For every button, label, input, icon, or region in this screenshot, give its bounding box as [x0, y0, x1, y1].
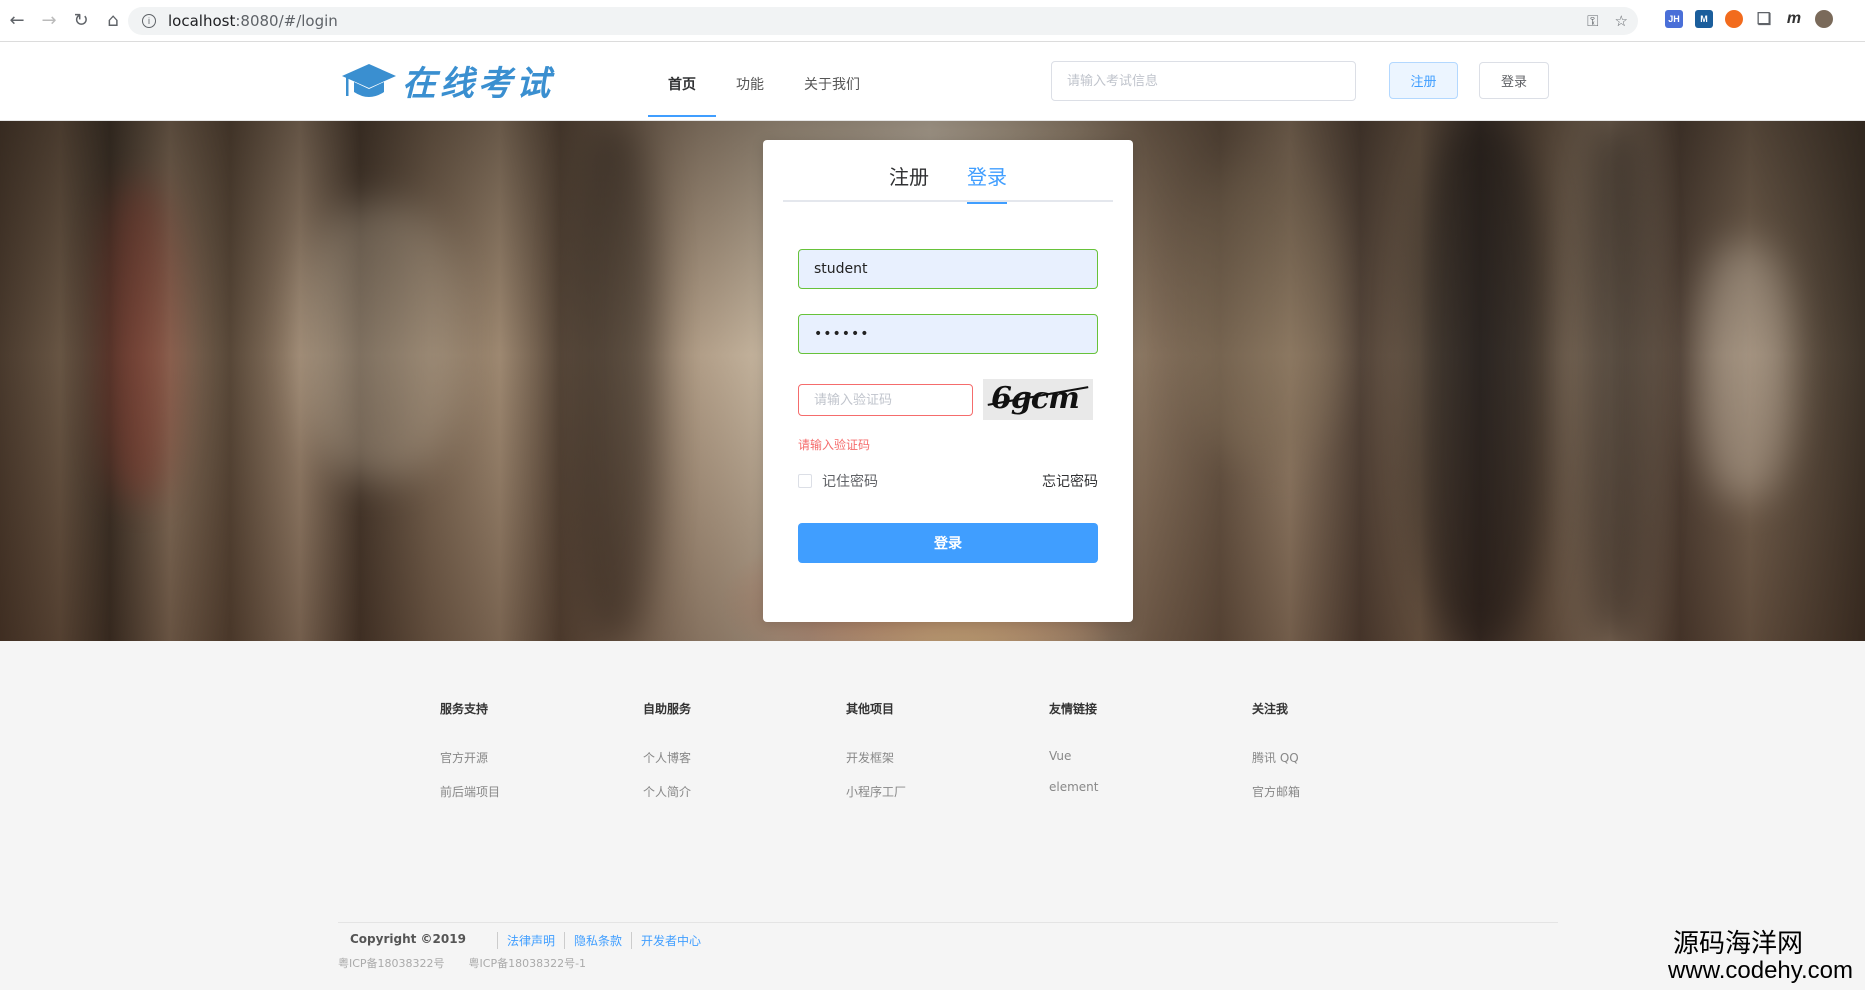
copyright-text: Copyright ©2019 [350, 932, 466, 946]
privacy-link[interactable]: 隐私条款 [564, 932, 631, 949]
footer-link[interactable]: 个人博客 [643, 749, 846, 766]
username-field[interactable] [798, 249, 1098, 289]
remember-label: 记住密码 [822, 474, 878, 490]
nav-features[interactable]: 功能 [716, 42, 784, 121]
extension-icons: JH M ❏ m [1665, 10, 1833, 28]
browser-toolbar: ← → ↻ ⌂ i localhost:8080/#/login ⚿ ☆ JH … [0, 0, 1865, 42]
site-info-icon[interactable]: i [142, 14, 156, 28]
footer-link[interactable]: Vue [1049, 749, 1252, 763]
remember-password[interactable]: 记住密码 [798, 471, 878, 491]
legal-notice-link[interactable]: 法律声明 [497, 932, 564, 949]
tab-register[interactable]: 注册 [889, 160, 929, 202]
nav-home[interactable]: 首页 [648, 42, 716, 121]
footer-divider [338, 922, 1558, 923]
footer-column-title: 服务支持 [440, 702, 489, 716]
footer-column-title: 自助服务 [643, 702, 692, 716]
search-input[interactable] [1051, 61, 1356, 101]
url-host: localhost [168, 12, 236, 30]
icp-record[interactable]: 粤ICP备18038322号 [338, 955, 445, 971]
forgot-password-link[interactable]: 忘记密码 [1042, 471, 1098, 491]
watermark-url: www.codehy.com [1668, 957, 1853, 984]
icp-records: 粤ICP备18038322号 粤ICP备18038322号-1 [338, 955, 586, 971]
footer-column-title: 友情链接 [1049, 702, 1098, 716]
register-button[interactable]: 注册 [1389, 62, 1458, 99]
captcha-image[interactable]: 6gcm [983, 379, 1093, 420]
footer-column-title: 其他项目 [846, 702, 895, 716]
password-field[interactable] [798, 314, 1098, 354]
extension-m-icon[interactable]: M [1695, 10, 1713, 28]
key-icon[interactable]: ⚿ [1587, 12, 1598, 30]
footer-link[interactable]: 个人简介 [643, 783, 846, 800]
footer-link[interactable]: 开发框架 [846, 749, 1049, 766]
profile-avatar-icon[interactable] [1815, 10, 1833, 28]
url-path: :8080/#/login [235, 12, 338, 30]
graduation-cap-icon [342, 63, 396, 97]
footer-column: 自助服务 个人博客 个人简介 [643, 700, 846, 817]
footer-column: 关注我 腾讯 QQ 官方邮箱 [1252, 700, 1455, 817]
footer-columns: 服务支持 官方开源 前后端项目 自助服务 个人博客 个人简介 其他项目 开发框架… [440, 700, 1455, 817]
back-icon[interactable]: ← [2, 6, 32, 36]
bookmark-icon[interactable]: ❏ [1755, 10, 1773, 28]
footer-column: 服务支持 官方开源 前后端项目 [440, 700, 643, 817]
login-card: 注册 登录 6gcm 请输入验证码 记住密码 忘记密码 登录 [763, 140, 1133, 622]
remember-checkbox[interactable] [798, 474, 812, 488]
login-button[interactable]: 登录 [1479, 62, 1549, 99]
extension-jh-icon[interactable]: JH [1665, 10, 1683, 28]
footer-link[interactable]: 小程序工厂 [846, 783, 1049, 800]
watermark-title: 源码海洋网 [1672, 929, 1803, 959]
bookmark-star-icon[interactable]: ☆ [1615, 12, 1628, 30]
login-tabs: 注册 登录 [783, 160, 1113, 204]
footer-column: 友情链接 Vue element [1049, 700, 1252, 817]
footer-link[interactable]: 官方邮箱 [1252, 783, 1455, 800]
address-bar[interactable]: i localhost:8080/#/login ⚿ ☆ [128, 7, 1638, 35]
reload-icon[interactable]: ↻ [66, 6, 96, 36]
submit-login-button[interactable]: 登录 [798, 523, 1098, 563]
main-nav: 首页 功能 关于我们 [648, 42, 880, 121]
icp-record[interactable]: 粤ICP备18038322号-1 [469, 955, 587, 971]
nav-about[interactable]: 关于我们 [784, 42, 880, 121]
home-icon[interactable]: ⌂ [98, 6, 128, 36]
extension-m-italic-icon[interactable]: m [1785, 10, 1803, 28]
captcha-error-text: 请输入验证码 [798, 438, 871, 452]
logo-text: 在线考试 [402, 64, 554, 104]
legal-links: 法律声明 隐私条款 开发者中心 [497, 932, 710, 949]
tab-login[interactable]: 登录 [967, 160, 1007, 204]
footer-link[interactable]: 前后端项目 [440, 783, 643, 800]
footer-column: 其他项目 开发框架 小程序工厂 [846, 700, 1049, 817]
forward-icon[interactable]: → [34, 6, 64, 36]
footer-column-title: 关注我 [1252, 702, 1289, 716]
logo[interactable]: 在线考试 [340, 56, 554, 105]
extension-orange-icon[interactable] [1725, 10, 1743, 28]
footer-link[interactable]: 官方开源 [440, 749, 643, 766]
site-header: 在线考试 首页 功能 关于我们 注册 登录 [0, 42, 1865, 121]
footer-link[interactable]: element [1049, 780, 1252, 794]
footer-link[interactable]: 腾讯 QQ [1252, 749, 1455, 766]
developer-center-link[interactable]: 开发者中心 [631, 932, 710, 949]
captcha-input[interactable] [798, 384, 973, 416]
captcha-text: 6gcm [991, 381, 1080, 416]
watermark: 源码海洋网 www.codehy.com [1668, 930, 1853, 984]
